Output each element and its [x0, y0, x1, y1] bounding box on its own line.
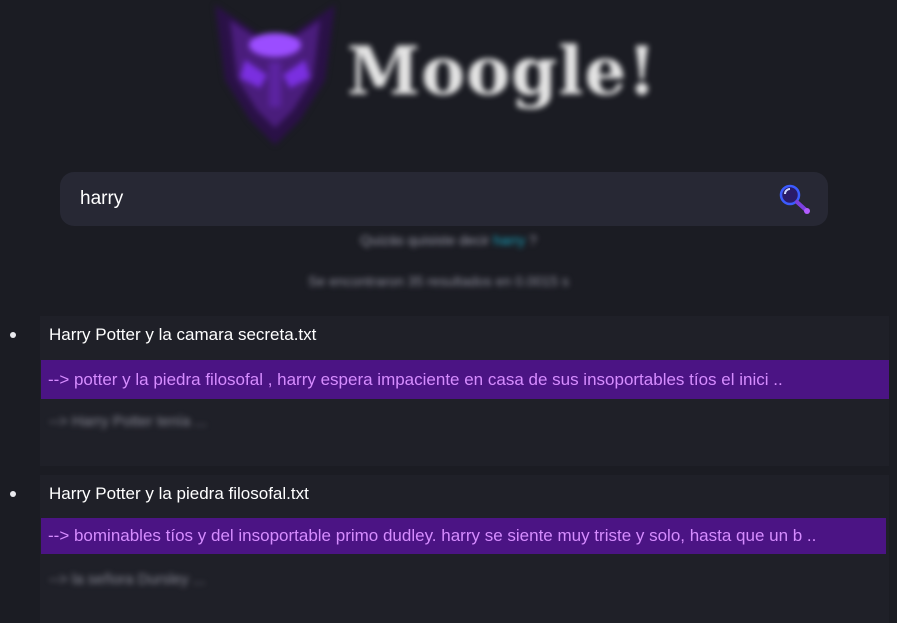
magnifier-search-icon: [779, 184, 810, 214]
result-title[interactable]: Harry Potter y la piedra filosofal.txt: [49, 484, 309, 504]
logo-text: Moogle!: [347, 32, 658, 110]
list-bullet: [10, 491, 16, 497]
search-bar: [60, 172, 828, 226]
suggestion-suffix: ?: [529, 232, 537, 248]
suggestion-link[interactable]: harry: [493, 232, 525, 248]
result-snippet: --> la señora Dursley ...: [49, 571, 206, 588]
results-info: Se encontraron 35 resultados en 0.0015 s: [308, 273, 569, 289]
result-snippet: --> Harry Potter tenía ...: [49, 413, 207, 430]
list-bullet: [10, 332, 16, 338]
result-snippet-highlight: --> bominables tíos y del insoportable p…: [41, 518, 886, 554]
result-title[interactable]: Harry Potter y la camara secreta.txt: [49, 325, 316, 345]
suggestion-line: Quizás quisiste decir harry ?: [0, 232, 897, 248]
search-button[interactable]: [776, 180, 816, 218]
result-item: Harry Potter y la piedra filosofal.txt -…: [40, 475, 889, 623]
search-input[interactable]: [80, 186, 770, 212]
suggestion-prefix: Quizás quisiste decir: [360, 232, 490, 248]
result-item: Harry Potter y la camara secreta.txt -->…: [40, 316, 889, 466]
result-snippet-highlight: --> potter y la piedra filosofal , harry…: [41, 360, 889, 399]
moogle-logo: Moogle!: [205, 0, 685, 150]
moogle-page: Moogle! Quizás quisiste decir harry ? Se…: [0, 0, 897, 623]
purple-mask-logo-icon: [215, 5, 335, 145]
